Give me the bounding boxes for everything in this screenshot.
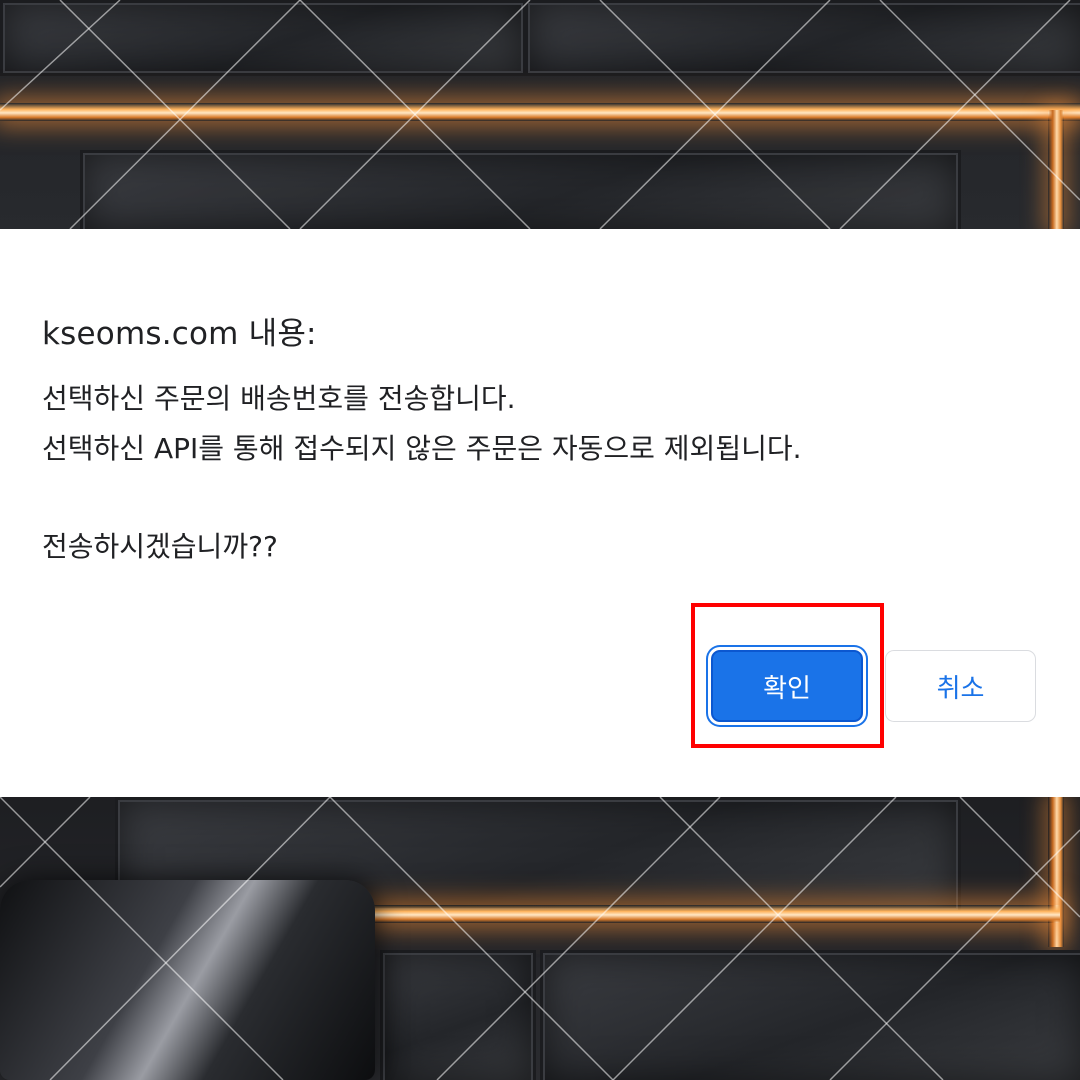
light-strip bbox=[0, 103, 1080, 121]
screen: kseoms.com 내용: 선택하신 주문의 배송번호를 전송합니다. 선택하… bbox=[0, 0, 1080, 1080]
light-strip bbox=[1048, 797, 1064, 947]
dialog-message-line: 선택하신 주문의 배송번호를 전송합니다. bbox=[42, 382, 516, 415]
light-strip bbox=[1048, 110, 1064, 230]
dialog-question: 전송하시겠습니까?? bbox=[42, 530, 278, 563]
wall-panel bbox=[525, 0, 1080, 76]
wall-panel bbox=[0, 0, 526, 76]
confirm-dialog: kseoms.com 내용: 선택하신 주문의 배송번호를 전송합니다. 선택하… bbox=[0, 229, 1080, 797]
dialog-title: kseoms.com 내용: bbox=[42, 316, 317, 352]
chair-image bbox=[0, 880, 375, 1080]
wall-panel bbox=[80, 150, 961, 235]
dialog-message-line: 선택하신 API를 통해 접수되지 않은 주문은 자동으로 제외됩니다. bbox=[42, 432, 802, 465]
light-strip bbox=[370, 905, 1060, 923]
cancel-button[interactable]: 취소 bbox=[885, 650, 1036, 722]
confirm-button[interactable]: 확인 bbox=[711, 650, 863, 722]
wall-panel bbox=[380, 950, 536, 1080]
wall-panel bbox=[540, 950, 1080, 1080]
